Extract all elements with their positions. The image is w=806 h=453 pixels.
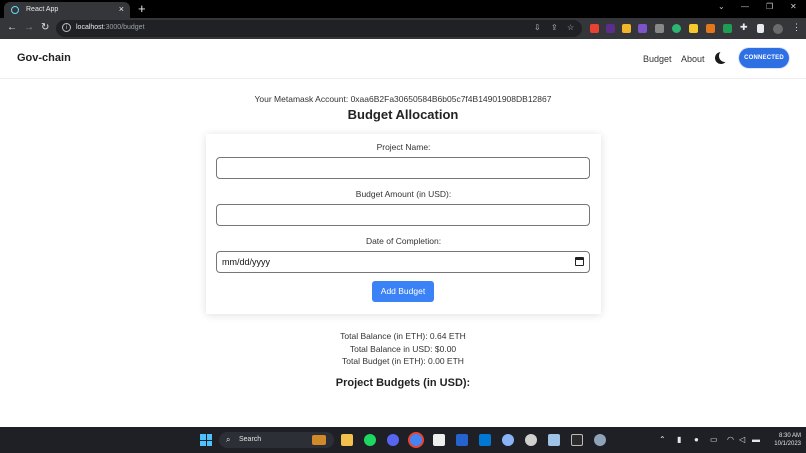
- app-navbar: Gov-chain Budget About CONNECTED: [0, 40, 806, 79]
- budget-amount-input[interactable]: [216, 204, 590, 226]
- notion-icon[interactable]: [433, 434, 445, 446]
- budget-form-card: Project Name: Budget Amount (in USD): Da…: [206, 134, 601, 314]
- tab-title: React App: [26, 6, 59, 13]
- extension-icon[interactable]: [655, 24, 664, 33]
- menu-kebab-icon[interactable]: ⋮: [792, 22, 801, 32]
- page-title: Budget Allocation: [347, 107, 459, 122]
- profile-avatar[interactable]: [773, 24, 783, 34]
- battery-icon[interactable]: ▮: [677, 435, 681, 444]
- project-name-input[interactable]: [216, 157, 590, 179]
- date-of-completion-input[interactable]: mm/dd/yyyy: [216, 251, 590, 273]
- date-label: Date of Completion:: [365, 236, 442, 246]
- app-icon[interactable]: [525, 434, 537, 446]
- wifi-icon[interactable]: ◠: [727, 435, 734, 444]
- side-panel-icon[interactable]: [757, 24, 764, 33]
- extension-icon[interactable]: [672, 24, 681, 33]
- maximize-icon[interactable]: ❐: [766, 2, 773, 11]
- extension-icon[interactable]: [590, 24, 599, 33]
- search-highlight-icon: [312, 435, 326, 445]
- total-balance-eth: Total Balance (in ETH): 0.64 ETH: [340, 331, 466, 341]
- search-label: Search: [239, 436, 262, 443]
- photos-icon[interactable]: [548, 434, 560, 446]
- project-name-label: Project Name:: [376, 142, 431, 152]
- discord-icon[interactable]: [387, 434, 399, 446]
- browser-toolbar: ← → ↻ i localhost:3000/budget ⇩ ⇪ ☆: [0, 18, 806, 39]
- browser-tab-strip: React App × + ⌄ — ❐ ✕: [0, 0, 806, 18]
- app-n-icon[interactable]: [571, 434, 583, 446]
- tab-search-icon[interactable]: ⌄: [718, 2, 725, 11]
- tray-chevron-up-icon[interactable]: ⌃: [659, 435, 666, 444]
- extensions-puzzle-icon[interactable]: ✚: [740, 22, 749, 32]
- vscode-icon[interactable]: [479, 434, 491, 446]
- project-budgets-heading: Project Budgets (in USD):: [335, 377, 471, 389]
- add-budget-button[interactable]: Add Budget: [372, 281, 434, 302]
- share-icon[interactable]: ⇪: [551, 23, 558, 32]
- extension-icon[interactable]: [606, 24, 615, 33]
- file-explorer-icon[interactable]: [341, 434, 353, 446]
- app-icon[interactable]: [502, 434, 514, 446]
- clock-time: 8:30 AM: [778, 433, 801, 439]
- extension-icon[interactable]: [622, 24, 631, 33]
- install-app-icon[interactable]: ⇩: [534, 23, 541, 32]
- microphone-icon[interactable]: ●: [694, 435, 699, 444]
- new-tab-button[interactable]: +: [138, 1, 146, 16]
- settings-gear-icon[interactable]: [594, 434, 606, 446]
- url-text[interactable]: localhost:3000/budget: [76, 24, 145, 31]
- chrome-icon[interactable]: [410, 434, 422, 446]
- volume-icon[interactable]: ◁: [739, 435, 745, 444]
- date-placeholder: mm/dd/yyyy: [222, 257, 271, 267]
- taskbar-search-box[interactable]: ⌕ Search: [219, 432, 334, 448]
- reload-icon[interactable]: ↻: [41, 22, 49, 33]
- bookmark-star-icon[interactable]: ☆: [567, 23, 574, 32]
- total-balance-usd: Total Balance in USD: $0.00: [349, 344, 457, 354]
- tab-close-icon[interactable]: ×: [119, 4, 124, 14]
- back-icon[interactable]: ←: [7, 22, 17, 33]
- extension-icon[interactable]: [723, 24, 732, 33]
- extension-icon[interactable]: [638, 24, 647, 33]
- budget-amount-label: Budget Amount (in USD):: [355, 189, 452, 199]
- windows-start-icon[interactable]: [200, 434, 212, 446]
- windows-taskbar: ⌕ Search ⌃ ▮ ● ▭ ◠ ◁ ▬ 8:30 AM 10/1/2023: [0, 427, 806, 453]
- forward-icon[interactable]: →: [24, 22, 34, 33]
- brand-logo-text[interactable]: Gov-chain: [17, 52, 71, 64]
- keyboard-icon[interactable]: ▭: [710, 435, 718, 444]
- total-budget-eth: Total Budget (in ETH): 0.00 ETH: [342, 356, 464, 366]
- dark-mode-moon-icon[interactable]: [715, 50, 731, 64]
- clock-date: 10/1/2023: [774, 441, 801, 447]
- react-favicon-icon: [11, 6, 19, 14]
- extension-icon[interactable]: [689, 24, 698, 33]
- connect-wallet-button[interactable]: CONNECTED: [739, 48, 789, 68]
- site-info-icon[interactable]: i: [62, 23, 71, 32]
- address-bar[interactable]: i localhost:3000/budget ⇩ ⇪ ☆: [56, 20, 582, 37]
- calendar-icon[interactable]: [575, 257, 584, 266]
- taskbar-clock[interactable]: 8:30 AM 10/1/2023: [767, 432, 801, 448]
- nav-link-about[interactable]: About: [681, 54, 705, 64]
- close-window-icon[interactable]: ✕: [790, 2, 797, 11]
- power-icon[interactable]: ▬: [752, 435, 760, 444]
- metamask-extension-icon[interactable]: [706, 24, 715, 33]
- todo-icon[interactable]: [456, 434, 468, 446]
- spotify-icon[interactable]: [364, 434, 376, 446]
- browser-tab[interactable]: React App ×: [4, 2, 130, 18]
- minimize-icon[interactable]: —: [741, 2, 749, 11]
- search-icon: ⌕: [226, 435, 231, 444]
- nav-link-budget[interactable]: Budget: [643, 54, 672, 64]
- metamask-account-line: Your Metamask Account: 0xaa6B2Fa30650584…: [254, 94, 552, 104]
